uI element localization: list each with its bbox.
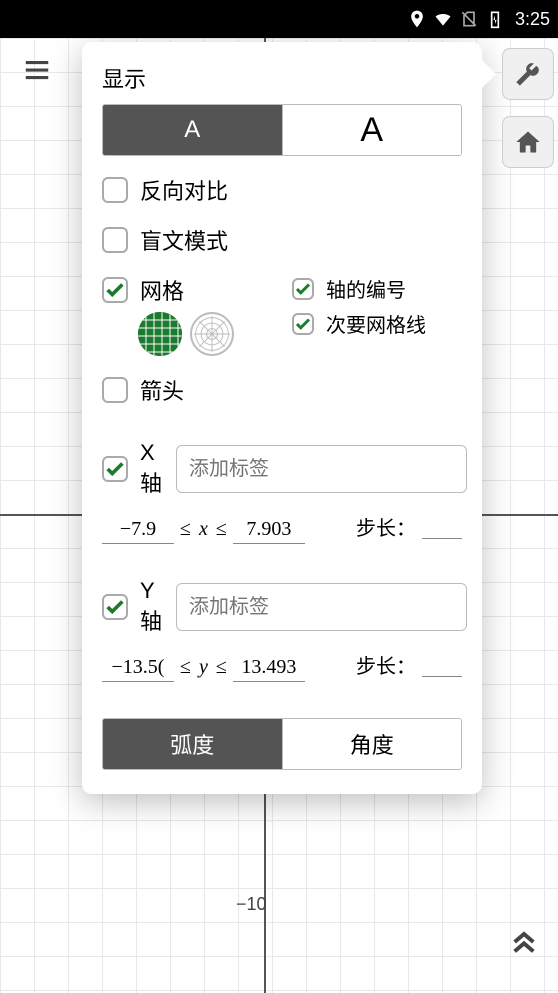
y-axis-checkbox[interactable] <box>102 594 128 620</box>
x-axis-row[interactable]: X轴 <box>102 440 162 498</box>
reverse-contrast-checkbox[interactable] <box>102 177 128 203</box>
y-max-input[interactable] <box>233 654 305 682</box>
axis-numbers-checkbox[interactable] <box>292 278 314 300</box>
y-min-input[interactable] <box>102 654 174 682</box>
degrees-option[interactable]: 角度 <box>282 719 462 769</box>
battery-charging-icon <box>485 9 505 29</box>
le-symbol: ≤ <box>180 656 191 679</box>
y-axis-row[interactable]: Y轴 <box>102 578 162 636</box>
x-axis-checkbox[interactable] <box>102 456 128 482</box>
home-button[interactable] <box>502 116 554 168</box>
chevrons-up-icon <box>508 926 540 958</box>
settings-button[interactable] <box>502 48 554 100</box>
minor-gridlines-label: 次要网格线 <box>326 309 426 338</box>
x-step-input[interactable] <box>422 523 462 539</box>
axis-tick-label: −10 <box>236 894 267 915</box>
no-sim-icon <box>459 9 479 29</box>
wrench-icon <box>514 60 542 88</box>
android-status-bar: 3:25 <box>0 0 558 38</box>
graph-settings-panel: 显示 A A 反向对比 盲文模式 网格 <box>82 42 482 794</box>
reverse-contrast-label: 反向对比 <box>140 174 228 206</box>
x-step-label: 步长： <box>356 512 416 541</box>
arrows-row[interactable]: 箭头 <box>102 374 462 406</box>
rectangular-grid-option[interactable] <box>138 312 182 356</box>
collapse-button[interactable] <box>508 926 540 963</box>
grid-checkbox[interactable] <box>102 277 128 303</box>
axis-numbers-row[interactable]: 轴的编号 <box>292 274 462 303</box>
clock: 3:25 <box>515 9 550 30</box>
panel-title: 显示 <box>102 62 462 94</box>
minor-gridlines-row[interactable]: 次要网格线 <box>292 309 462 338</box>
minor-gridlines-checkbox[interactable] <box>292 313 314 335</box>
braille-mode-checkbox[interactable] <box>102 227 128 253</box>
x-var: x <box>197 518 210 541</box>
x-max-input[interactable] <box>233 516 305 544</box>
radians-option[interactable]: 弧度 <box>103 719 282 769</box>
x-axis-section: X轴 ≤ x ≤ 步长： <box>102 440 462 544</box>
braille-mode-label: 盲文模式 <box>140 224 228 256</box>
x-axis-label-input[interactable] <box>176 445 467 493</box>
y-step-label: 步长： <box>356 650 416 679</box>
polar-grid-option[interactable] <box>190 312 234 356</box>
location-icon <box>407 9 427 29</box>
y-var: y <box>197 656 210 679</box>
y-axis-label: Y轴 <box>140 578 162 636</box>
reverse-contrast-row[interactable]: 反向对比 <box>102 174 462 206</box>
y-axis-section: Y轴 ≤ y ≤ 步长： <box>102 578 462 682</box>
arrows-checkbox[interactable] <box>102 377 128 403</box>
le-symbol: ≤ <box>216 656 227 679</box>
x-axis-label: X轴 <box>140 440 162 498</box>
grid-row[interactable]: 网格 <box>102 274 272 306</box>
y-axis-label-input[interactable] <box>176 583 467 631</box>
font-small-option[interactable]: A <box>103 105 282 155</box>
angle-mode-segmented: 弧度 角度 <box>102 718 462 770</box>
home-icon <box>514 128 542 156</box>
arrows-label: 箭头 <box>140 374 184 406</box>
grid-label: 网格 <box>140 274 184 306</box>
x-min-input[interactable] <box>102 516 174 544</box>
font-large-option[interactable]: A <box>282 105 462 155</box>
hamburger-icon <box>22 55 52 85</box>
menu-button[interactable] <box>22 55 52 90</box>
wifi-icon <box>433 9 453 29</box>
braille-mode-row[interactable]: 盲文模式 <box>102 224 462 256</box>
le-symbol: ≤ <box>180 518 191 541</box>
le-symbol: ≤ <box>216 518 227 541</box>
font-size-segmented: A A <box>102 104 462 156</box>
y-step-input[interactable] <box>422 661 462 677</box>
axis-numbers-label: 轴的编号 <box>326 274 406 303</box>
